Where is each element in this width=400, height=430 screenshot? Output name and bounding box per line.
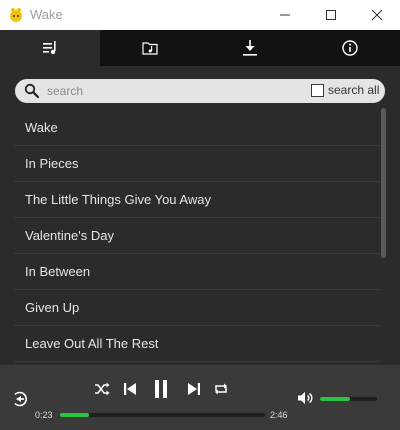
title-bar: Wake — [0, 0, 400, 30]
list-item[interactable]: Wake — [14, 110, 380, 146]
search-bar: search all — [15, 79, 385, 103]
track-list: Wake In Pieces The Little Things Give Yo… — [14, 110, 380, 365]
track-title: The Little Things Give You Away — [25, 192, 211, 207]
close-icon — [372, 10, 382, 20]
volume-icon — [298, 392, 313, 404]
maximize-icon — [326, 10, 336, 20]
previous-button[interactable] — [120, 379, 140, 399]
search-icon — [24, 83, 40, 104]
tab-info[interactable] — [300, 30, 400, 66]
search-input[interactable] — [47, 81, 287, 101]
return-icon — [14, 391, 27, 407]
scrollbar-thumb[interactable] — [381, 108, 386, 258]
tab-playlist[interactable] — [0, 30, 100, 66]
music-folder-icon — [142, 42, 158, 55]
close-button[interactable] — [354, 0, 400, 30]
search-all-toggle[interactable]: search all — [311, 83, 379, 97]
search-all-checkbox[interactable] — [311, 83, 324, 97]
minimize-icon — [280, 14, 290, 16]
pause-button[interactable] — [150, 377, 172, 401]
total-time: 2:46 — [270, 410, 288, 420]
track-title: Wake — [25, 120, 58, 135]
list-item[interactable]: In Pieces — [14, 146, 380, 182]
skip-next-icon — [188, 383, 200, 395]
repeat-icon — [215, 383, 227, 395]
minimize-button[interactable] — [262, 0, 308, 30]
window-title: Wake — [30, 7, 63, 22]
list-item[interactable]: The Little Things Give You Away — [14, 182, 380, 218]
repeat-button[interactable] — [211, 379, 231, 399]
volume-button[interactable] — [296, 389, 314, 407]
track-title: Given Up — [25, 300, 80, 315]
pause-icon — [155, 380, 167, 398]
download-icon — [243, 40, 257, 56]
library-panel: search all Wake In Pieces The Little Thi… — [0, 66, 400, 365]
volume-slider[interactable] — [320, 397, 377, 401]
list-item[interactable]: In Between — [14, 254, 380, 290]
skip-previous-icon — [124, 383, 136, 395]
seek-progress — [60, 413, 89, 417]
tab-download[interactable] — [200, 30, 300, 66]
search-all-label: search all — [328, 83, 380, 97]
tab-bar — [0, 30, 400, 66]
return-button[interactable] — [10, 389, 30, 409]
volume-level — [320, 397, 350, 401]
maximize-button[interactable] — [308, 0, 354, 30]
shuffle-button[interactable] — [92, 379, 112, 399]
seek-slider[interactable] — [60, 413, 265, 417]
current-time: 0:23 — [35, 410, 53, 420]
app-logo-icon — [8, 7, 24, 23]
player-bar: 0:23 2:46 — [0, 365, 400, 430]
info-icon — [342, 40, 358, 56]
list-item[interactable]: Leave Out All The Rest — [14, 326, 380, 362]
next-button[interactable] — [184, 379, 204, 399]
list-item[interactable]: Given Up — [14, 290, 380, 326]
track-title: In Pieces — [25, 156, 79, 171]
track-title: Leave Out All The Rest — [25, 336, 159, 351]
playlist-icon — [43, 41, 56, 55]
shuffle-icon — [95, 382, 110, 396]
track-title: Valentine's Day — [25, 228, 114, 243]
list-item[interactable]: Valentine's Day — [14, 218, 380, 254]
track-title: In Between — [25, 264, 91, 279]
tab-music-folder[interactable] — [100, 30, 200, 66]
